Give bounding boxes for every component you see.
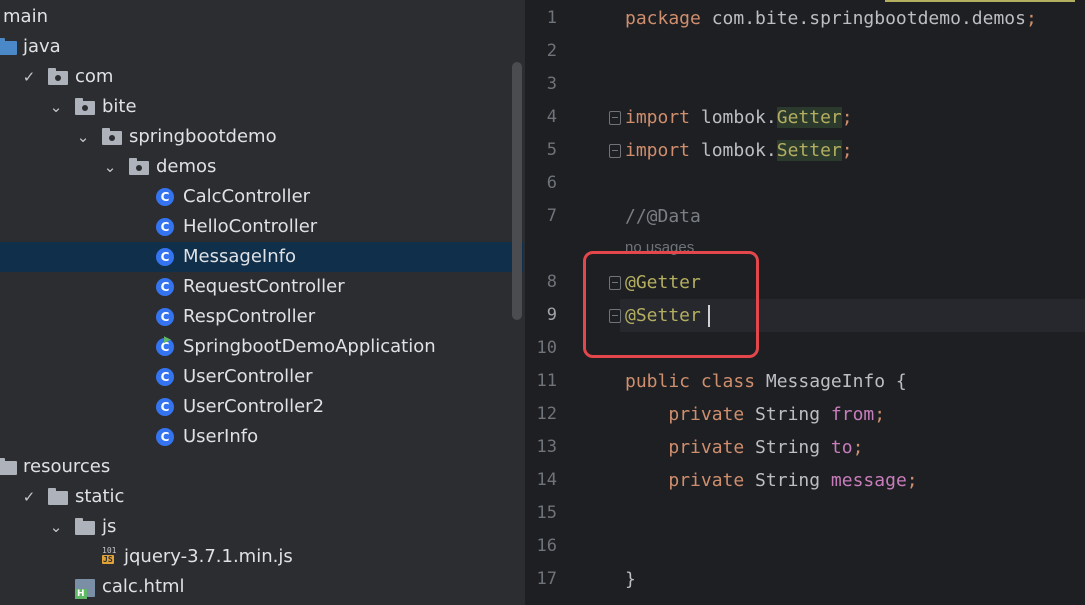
tree-item-label: MessageInfo [183, 246, 296, 267]
code-line-1[interactable]: package com.bite.springbootdemo.demos; [625, 2, 1037, 35]
line-number: 5 [546, 140, 557, 160]
tree-item-label: bite [102, 96, 137, 117]
tree-item-com[interactable]: ✓ com [0, 62, 523, 92]
tree-item-static[interactable]: ✓ static [0, 482, 523, 512]
code-line-4[interactable]: import lombok.Getter; [625, 101, 853, 134]
fold-marker-icon[interactable] [609, 144, 621, 158]
expand-chevron-icon[interactable]: ⌄ [73, 122, 93, 152]
project-tree-panel: main java ✓ com ⌄ bite ⌄ springbootdemo ⌄ demos C C… [0, 0, 525, 605]
code-line-7[interactable]: //@Data [625, 200, 701, 233]
folder-icon [48, 488, 68, 505]
tree-item-resources[interactable]: resources [0, 452, 523, 482]
tree-item-js[interactable]: ⌄ js [0, 512, 523, 542]
tree-item-java[interactable]: java [0, 32, 523, 62]
tree-item-label: js [102, 516, 117, 537]
line-number: 14 [536, 470, 557, 490]
package-icon [48, 68, 68, 85]
tree-item-label: UserController2 [183, 396, 325, 417]
tree-item-usercontroller2[interactable]: C UserController2 [0, 392, 523, 422]
java-class-icon: C [156, 278, 174, 296]
line-number: 17 [536, 569, 557, 589]
tree-item-label: resources [23, 456, 111, 477]
java-class-icon: C [156, 398, 174, 416]
line-number: 12 [536, 404, 557, 424]
tree-item-label: UserController [183, 366, 313, 387]
code-line-11[interactable]: public class MessageInfo { [625, 365, 907, 398]
tree-item-label: main [3, 6, 48, 27]
code-line-14[interactable]: private String message; [625, 464, 917, 497]
line-number: 3 [546, 74, 557, 94]
line-number: 7 [546, 206, 557, 226]
expand-chevron-icon[interactable]: ✓ [19, 62, 39, 92]
tree-item-bite[interactable]: ⌄ bite [0, 92, 523, 122]
annotation-highlight-box [583, 251, 759, 358]
expand-chevron-icon[interactable]: ✓ [19, 482, 39, 512]
tree-item-label: CalcController [183, 186, 311, 207]
code-line-17[interactable]: } [625, 563, 636, 596]
code-line-13[interactable]: private String to; [625, 431, 863, 464]
line-number: 6 [546, 173, 557, 193]
line-number: 4 [546, 107, 557, 127]
tree-item-label: RespController [183, 306, 316, 327]
tree-scrollbar[interactable] [512, 62, 522, 320]
tree-item-label: com [75, 66, 114, 87]
tree-item-label: java [23, 36, 61, 57]
tree-item-calc-html[interactable]: Hcalc.html [0, 572, 523, 602]
fold-marker-icon[interactable] [609, 111, 621, 125]
tree-item-label: springbootdemo [129, 126, 277, 147]
tree-item-label: static [75, 486, 125, 507]
tree-item-jquery-3-7-1-min-js[interactable]: 101 JS jquery-3.7.1.min.js [0, 542, 523, 572]
folder-icon [75, 518, 95, 535]
package-icon [75, 98, 95, 115]
line-number: 16 [536, 536, 557, 556]
line-number: 1 [546, 8, 557, 28]
tree-item-label: SpringbootDemoApplication [183, 336, 436, 357]
html-file-icon: H [75, 579, 95, 599]
tree-item-demos[interactable]: ⌄ demos [0, 152, 523, 182]
search-match-marker [885, 0, 1075, 2]
tree-item-label: RequestController [183, 276, 345, 297]
line-number: 2 [546, 41, 557, 61]
line-number: 13 [536, 437, 557, 457]
source-folder-icon [0, 38, 17, 55]
line-number: 15 [536, 503, 557, 523]
expand-chevron-icon[interactable]: ⌄ [46, 92, 66, 122]
tree-item-requestcontroller[interactable]: C RequestController [0, 272, 523, 302]
spring-boot-app-class-icon: C [156, 331, 174, 356]
expand-chevron-icon[interactable]: ⌄ [46, 512, 66, 542]
line-number: 10 [536, 338, 557, 358]
tree-item-usercontroller[interactable]: C UserController [0, 362, 523, 392]
java-class-icon: C [156, 428, 174, 446]
resources-folder-icon [0, 458, 17, 475]
line-number: 11 [536, 371, 557, 391]
line-number: 8 [546, 272, 557, 292]
tree-item-messageinfo[interactable]: C MessageInfo [0, 242, 523, 272]
js-file-icon: 101 JS [102, 546, 117, 564]
tree-item-respcontroller[interactable]: C RespController [0, 302, 523, 332]
tree-item-main[interactable]: main [0, 2, 523, 32]
tree-item-label: UserInfo [183, 426, 259, 447]
package-icon [102, 128, 122, 145]
tree-item-hellocontroller[interactable]: C HelloController [0, 212, 523, 242]
tree-item-label: HelloController [183, 216, 318, 237]
tree-item-springbootdemo[interactable]: ⌄ springbootdemo [0, 122, 523, 152]
tree-item-calccontroller[interactable]: C CalcController [0, 182, 523, 212]
code-line-5[interactable]: import lombok.Setter; [625, 134, 853, 167]
tree-item-label: calc.html [102, 576, 185, 597]
tree-item-springbootdemoapplication[interactable]: C SpringbootDemoApplication [0, 331, 523, 362]
tree-item-userinfo[interactable]: C UserInfo [0, 422, 523, 452]
java-class-icon: C [156, 188, 174, 206]
java-class-icon: C [156, 248, 174, 266]
java-class-icon: C [156, 218, 174, 236]
package-icon [129, 158, 149, 175]
code-line-12[interactable]: private String from; [625, 398, 885, 431]
line-number: 9 [546, 305, 557, 325]
java-class-icon: C [156, 368, 174, 386]
expand-chevron-icon[interactable]: ⌄ [100, 152, 120, 182]
java-class-icon: C [156, 308, 174, 326]
tree-item-label: jquery-3.7.1.min.js [124, 546, 293, 567]
tree-item-label: demos [156, 156, 217, 177]
